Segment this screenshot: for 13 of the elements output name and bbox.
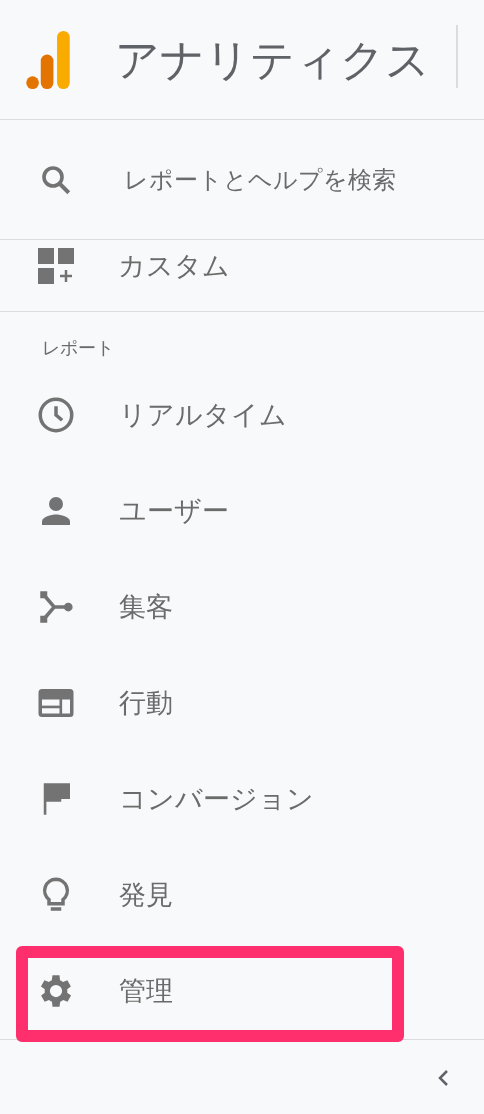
search-field[interactable]: レポートとヘルプを検索 [124, 165, 464, 194]
nav-item[interactable]: 行動 [0, 655, 484, 751]
nav-item[interactable]: ユーザー [0, 463, 484, 559]
nav-item[interactable]: カスタム [0, 240, 484, 312]
nav-item[interactable]: 集客 [0, 559, 484, 655]
nav-item[interactable]: リアルタイム [0, 367, 484, 463]
nav-item[interactable]: 管理 [0, 943, 484, 1039]
logo-icon [23, 30, 73, 89]
nav-item[interactable]: コンバージョン [0, 751, 484, 847]
dashboard-add-icon [38, 248, 74, 284]
app-title: アナリティクス [115, 37, 430, 82]
section-heading: レポート [41, 336, 115, 360]
nav-item[interactable]: 発見 [0, 847, 484, 943]
